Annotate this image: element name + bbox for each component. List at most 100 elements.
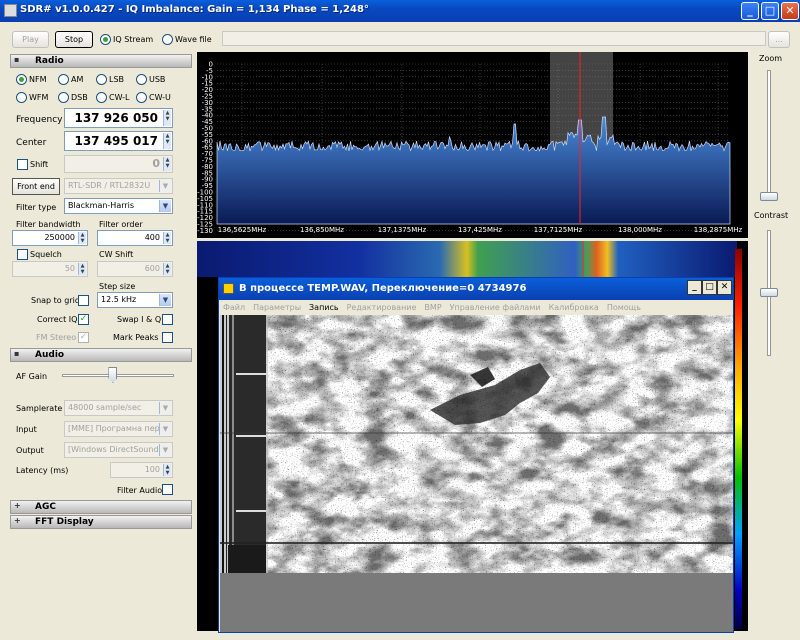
shift-checkbox[interactable] [17, 159, 28, 170]
zoom-label: Zoom [759, 54, 783, 63]
frequency-label: Frequency [16, 115, 63, 125]
decoder-menu-item[interactable]: Параметры [253, 303, 301, 312]
decoder-menu-item[interactable]: Калибровка [549, 303, 599, 312]
filter-type-select[interactable]: Blackman-Harris ▼ [64, 198, 173, 214]
correct-iq-label: Correct IQ [37, 315, 78, 324]
swap-iq-label: Swap I & Q [117, 315, 162, 324]
mode-radio-dsb[interactable] [58, 92, 69, 103]
mode-label-am: AM [71, 75, 84, 84]
decoder-menu-item[interactable]: Запись [309, 303, 339, 312]
fft-section-header[interactable]: + FFT Display [10, 515, 192, 529]
x-tick-label: 138,2875MHz [694, 226, 743, 234]
mode-radio-am[interactable] [58, 74, 69, 85]
mode-radio-wfm[interactable] [16, 92, 27, 103]
fft-section-title: FFT Display [35, 517, 94, 527]
play-button[interactable]: Play [12, 31, 49, 48]
filter-audio-label: Filter Audio [117, 486, 163, 495]
swap-iq-checkbox[interactable] [162, 314, 173, 325]
stop-button[interactable]: Stop [55, 31, 93, 48]
samplerate-select[interactable]: 48000 sample/sec ▼ [64, 400, 173, 416]
maximize-button[interactable]: □ [761, 2, 779, 20]
input-select[interactable]: [MME] Програмна пер ▼ [64, 421, 173, 437]
squelch-input[interactable]: 50 ▲ ▼ [12, 261, 88, 277]
decoder-minimize-button[interactable]: _ [687, 280, 702, 295]
mode-radio-nfm[interactable] [16, 74, 27, 85]
agc-section-header[interactable]: + AGC [10, 500, 192, 514]
x-tick-label: 137,425MHz [458, 226, 502, 234]
filter-order-input[interactable]: 400 ▲ ▼ [97, 230, 173, 246]
decoder-menu-item[interactable]: BMP [424, 303, 441, 312]
window-title: SDR# v1.0.0.427 - IQ Imbalance: Gain = 1… [20, 4, 369, 15]
mode-label-usb: USB [149, 75, 166, 84]
af-gain-track[interactable] [62, 374, 174, 377]
radio-section-header[interactable]: ▪ Radio [10, 54, 192, 68]
frequency-input[interactable]: 137 926 050 ▲ ▼ [64, 108, 173, 128]
mark-peaks-label: Mark Peaks [113, 333, 159, 342]
satellite-image [220, 315, 733, 573]
front-end-select[interactable]: RTL-SDR / RTL2832U ▼ [64, 178, 173, 194]
iq-stream-radio[interactable] [100, 34, 111, 45]
filter-audio-checkbox[interactable] [162, 484, 173, 495]
mode-radio-cw-l[interactable] [96, 92, 107, 103]
app-icon [4, 4, 17, 17]
decoder-menu-item[interactable]: Файл [223, 303, 245, 312]
center-input[interactable]: 137 495 017 ▲ ▼ [64, 131, 173, 151]
decoder-title-bar: В процессе TEMP.WAV, Переключение=0 4734… [219, 278, 733, 300]
squelch-checkbox[interactable] [17, 249, 28, 260]
output-select[interactable]: [Windows DirectSound] ▼ [64, 442, 173, 458]
shift-input[interactable]: 0 ▲ ▼ [64, 155, 173, 173]
mode-radio-lsb[interactable] [96, 74, 107, 85]
center-label: Center [16, 138, 47, 148]
correct-iq-checkbox[interactable]: ✓ [78, 314, 89, 325]
frequency-spinner[interactable]: ▲ ▼ [163, 110, 171, 126]
decoder-menu-item[interactable]: Управление файлами [450, 303, 541, 312]
wave-file-radio[interactable] [162, 34, 173, 45]
close-button[interactable]: ✕ [781, 2, 799, 20]
latency-input[interactable]: 100 ▲ ▼ [110, 462, 173, 478]
agc-section-title: AGC [35, 502, 56, 512]
snap-to-grid-checkbox[interactable] [78, 295, 89, 306]
y-tick-label: -130 [197, 227, 213, 235]
radio-section-title: Radio [35, 56, 64, 66]
mode-label-cw-l: CW-L [109, 93, 130, 102]
filter-bandwidth-input[interactable]: 250000 ▲ ▼ [12, 230, 88, 246]
decoder-window[interactable]: В процессе TEMP.WAV, Переключение=0 4734… [218, 277, 734, 633]
filter-order-label: Filter order [99, 220, 143, 229]
chevron-down-icon: ▼ [159, 402, 171, 414]
audio-section-header[interactable]: ▪ Audio [10, 348, 192, 362]
spectrum-plot: 0-5-10-15-20-25-30-35-40-45-50-55-60-65-… [197, 52, 743, 235]
waterfall-band [197, 241, 737, 277]
mode-radio-usb[interactable] [136, 74, 147, 85]
minimize-button[interactable]: _ [741, 2, 759, 20]
filter-bandwidth-label: Filter bandwidth [16, 220, 81, 229]
decoder-menu-item[interactable]: Помощь [607, 303, 641, 312]
wave-file-path[interactable] [222, 31, 766, 46]
decoder-close-button[interactable]: ✕ [717, 280, 732, 295]
collapse-icon: ▪ [14, 349, 20, 358]
zoom-thumb[interactable] [760, 192, 778, 201]
decoder-menu-bar: Файл Параметры Запись Редактирование BMP Упра… [219, 300, 733, 315]
browse-button[interactable]: ... [768, 31, 790, 48]
filter-type-label: Filter type [16, 203, 57, 212]
center-spinner[interactable]: ▲ ▼ [163, 133, 171, 149]
title-bar: SDR# v1.0.0.427 - IQ Imbalance: Gain = 1… [0, 0, 800, 22]
expand-icon: + [14, 516, 21, 525]
mode-radio-cw-u[interactable] [136, 92, 147, 103]
cw-shift-input[interactable]: 600 ▲ ▼ [97, 261, 173, 277]
shift-label: Shift [30, 160, 49, 169]
fm-stereo-checkbox[interactable]: ✓ [78, 332, 89, 343]
mark-peaks-checkbox[interactable] [162, 332, 173, 343]
decoder-maximize-button[interactable]: □ [702, 280, 717, 295]
mode-label-nfm: NFM [29, 75, 47, 84]
af-gain-thumb[interactable] [108, 367, 118, 383]
contrast-thumb[interactable] [760, 288, 778, 297]
chevron-down-icon: ▼ [159, 180, 171, 192]
chevron-down-icon: ▼ [159, 200, 171, 212]
chevron-down-icon: ▼ [159, 294, 171, 306]
af-gain-label: AF Gain [16, 372, 48, 381]
decoder-menu-item[interactable]: Редактирование [347, 303, 417, 312]
zoom-track[interactable] [767, 70, 771, 200]
spectrum-display[interactable]: 0 -5 -10 -15 -20 -25 -30 -35 -40 -45 -50 -55 -60 -65-… [197, 52, 748, 238]
front-end-button[interactable]: Front end [12, 178, 60, 195]
step-size-select[interactable]: 12.5 kHz ▼ [97, 292, 173, 308]
